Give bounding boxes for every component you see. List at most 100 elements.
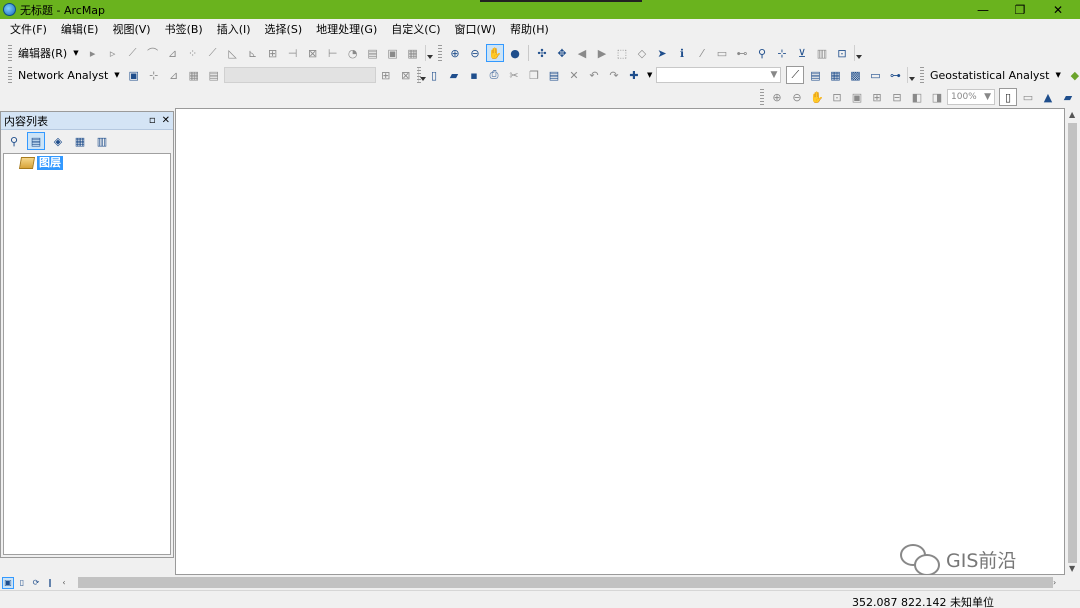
- toolbar-grip[interactable]: [438, 45, 442, 61]
- chevron-down-icon[interactable]: ▼: [647, 71, 652, 79]
- go-to-xy-icon[interactable]: ⊻: [793, 44, 811, 62]
- auto-hide-icon[interactable]: ▫: [149, 115, 156, 126]
- save-icon[interactable]: ▪: [465, 66, 483, 84]
- horizontal-scrollbar[interactable]: [78, 577, 1053, 588]
- time-slider-icon[interactable]: ▥: [813, 44, 831, 62]
- chevron-down-icon[interactable]: ▼: [1055, 71, 1060, 79]
- catalog-window-icon[interactable]: ▦: [826, 66, 844, 84]
- table-icon[interactable]: ▤: [364, 44, 382, 62]
- create-features-icon[interactable]: ◔: [344, 44, 362, 62]
- fixed-zoom-in-icon[interactable]: ✣: [533, 44, 551, 62]
- zoom-whole-page-icon[interactable]: ⊡: [828, 88, 846, 106]
- go-back-extent-icon[interactable]: ◧: [908, 88, 926, 106]
- delete-icon[interactable]: ✕: [565, 66, 583, 84]
- list-by-selection-icon[interactable]: ▦: [71, 132, 89, 150]
- select-network-location-icon[interactable]: ⊿: [165, 66, 183, 84]
- network-analyst-menu-button[interactable]: Network Analyst: [15, 69, 111, 82]
- zoom-out-icon[interactable]: ⊖: [466, 44, 484, 62]
- html-popup-icon[interactable]: ⁄: [693, 44, 711, 62]
- close-button[interactable]: ✕: [1035, 0, 1080, 19]
- menu-windows[interactable]: 窗口(W): [448, 19, 503, 41]
- cut-icon[interactable]: ✂: [505, 66, 523, 84]
- menu-view[interactable]: 视图(V): [105, 19, 157, 41]
- undo-icon[interactable]: ↶: [585, 66, 603, 84]
- go-forward-icon[interactable]: ▶: [593, 44, 611, 62]
- toolbar-grip[interactable]: [920, 67, 924, 83]
- trace-icon[interactable]: ⊿: [164, 44, 182, 62]
- point-icon[interactable]: ⁘: [184, 44, 202, 62]
- map-view[interactable]: [175, 108, 1065, 575]
- reshape-icon[interactable]: ◺: [224, 44, 242, 62]
- fixed-zoom-in-layout-icon[interactable]: ⊞: [868, 88, 886, 106]
- toolbar-overflow-icon[interactable]: [907, 67, 916, 83]
- copy-icon[interactable]: ❐: [525, 66, 543, 84]
- arctoolbox-icon[interactable]: ▭: [866, 66, 884, 84]
- menu-insert[interactable]: 插入(I): [210, 19, 258, 41]
- editing-options-icon[interactable]: ▦: [404, 44, 422, 62]
- edit-tool-icon[interactable]: ▸: [84, 44, 102, 62]
- paste-icon[interactable]: ▤: [545, 66, 563, 84]
- end-point-arc-icon[interactable]: ⌒: [144, 44, 162, 62]
- toggle-draft-mode-icon[interactable]: ▯: [999, 88, 1017, 106]
- list-by-drawing-order-icon[interactable]: ⚲: [5, 132, 23, 150]
- menu-file[interactable]: 文件(F): [3, 19, 54, 41]
- table-of-contents-icon[interactable]: ▤: [806, 66, 824, 84]
- layout-zoom-in-icon[interactable]: ⊕: [768, 88, 786, 106]
- focus-data-frame-icon[interactable]: ▭: [1019, 88, 1037, 106]
- open-folder-icon[interactable]: ▰: [445, 66, 463, 84]
- create-viewer-window-icon[interactable]: ⊡: [833, 44, 851, 62]
- attributes-icon[interactable]: ⊠: [304, 44, 322, 62]
- print-icon[interactable]: ⎙: [485, 66, 503, 84]
- network-identify-icon[interactable]: ⊠: [397, 66, 415, 84]
- edit-annotation-icon[interactable]: ▹: [104, 44, 122, 62]
- fixed-zoom-out-icon[interactable]: ✥: [553, 44, 571, 62]
- toolbar-grip[interactable]: [8, 67, 12, 83]
- edit-vertices-icon[interactable]: ⟋: [204, 44, 222, 62]
- rotate-icon[interactable]: ⊣: [284, 44, 302, 62]
- zoom-100-icon[interactable]: ▣: [848, 88, 866, 106]
- toolbar-grip[interactable]: [417, 67, 421, 83]
- new-document-icon[interactable]: ▯: [425, 66, 443, 84]
- geostatistical-analyst-menu-button[interactable]: Geostatistical Analyst: [927, 69, 1052, 82]
- map-scale-combo[interactable]: ▼: [656, 67, 782, 83]
- build-network-icon[interactable]: ⊞: [377, 66, 395, 84]
- toolbar-grip[interactable]: [760, 89, 764, 105]
- select-features-icon[interactable]: ▣: [384, 44, 402, 62]
- scroll-up-icon[interactable]: ▲: [1069, 110, 1075, 119]
- chevron-down-icon[interactable]: ▼: [114, 71, 119, 79]
- select-by-rectangle-icon[interactable]: ⬚: [613, 44, 631, 62]
- python-window-icon[interactable]: ⊶: [886, 66, 904, 84]
- layer-label[interactable]: 图层: [37, 156, 63, 170]
- pan-icon[interactable]: ✋: [486, 44, 504, 62]
- sketch-properties-icon[interactable]: ⊢: [324, 44, 342, 62]
- menu-selection[interactable]: 选择(S): [258, 19, 310, 41]
- search-window-icon[interactable]: ▩: [846, 66, 864, 84]
- straight-segment-icon[interactable]: ⟋: [124, 44, 142, 62]
- select-elements-icon[interactable]: ➤: [653, 44, 671, 62]
- change-layout-icon[interactable]: ▲: [1039, 88, 1057, 106]
- find-route-icon[interactable]: ⊹: [773, 44, 791, 62]
- cut-polygons-icon[interactable]: ⊾: [244, 44, 262, 62]
- toc-options-icon[interactable]: ▥: [93, 132, 111, 150]
- menu-bookmarks[interactable]: 书签(B): [158, 19, 210, 41]
- identify-icon[interactable]: ℹ: [673, 44, 691, 62]
- data-view-icon[interactable]: ▣: [2, 576, 14, 589]
- menu-help[interactable]: 帮助(H): [503, 19, 556, 41]
- geostatistical-wizard-icon[interactable]: ◆: [1066, 66, 1080, 84]
- vertical-scrollbar[interactable]: ▲ ▼: [1065, 108, 1080, 575]
- toolbar-overflow-icon[interactable]: [424, 45, 433, 61]
- menu-edit[interactable]: 编辑(E): [54, 19, 106, 41]
- network-analyst-window-icon[interactable]: ▣: [125, 66, 143, 84]
- list-by-source-icon[interactable]: ▤: [27, 132, 45, 150]
- close-icon[interactable]: ✕: [162, 115, 170, 126]
- measure-icon[interactable]: ⊷: [733, 44, 751, 62]
- zoom-in-icon[interactable]: ⊕: [446, 44, 464, 62]
- add-data-icon[interactable]: ✚: [625, 66, 643, 84]
- menu-customize[interactable]: 自定义(C): [384, 19, 447, 41]
- scroll-right-icon[interactable]: ›: [1053, 578, 1056, 587]
- data-driven-pages-icon[interactable]: ▰: [1059, 88, 1077, 106]
- layer-tree-item[interactable]: 图层: [18, 156, 63, 170]
- layout-zoom-out-icon[interactable]: ⊖: [788, 88, 806, 106]
- solve-icon[interactable]: ▦: [185, 66, 203, 84]
- chevron-down-icon[interactable]: ▼: [73, 49, 78, 57]
